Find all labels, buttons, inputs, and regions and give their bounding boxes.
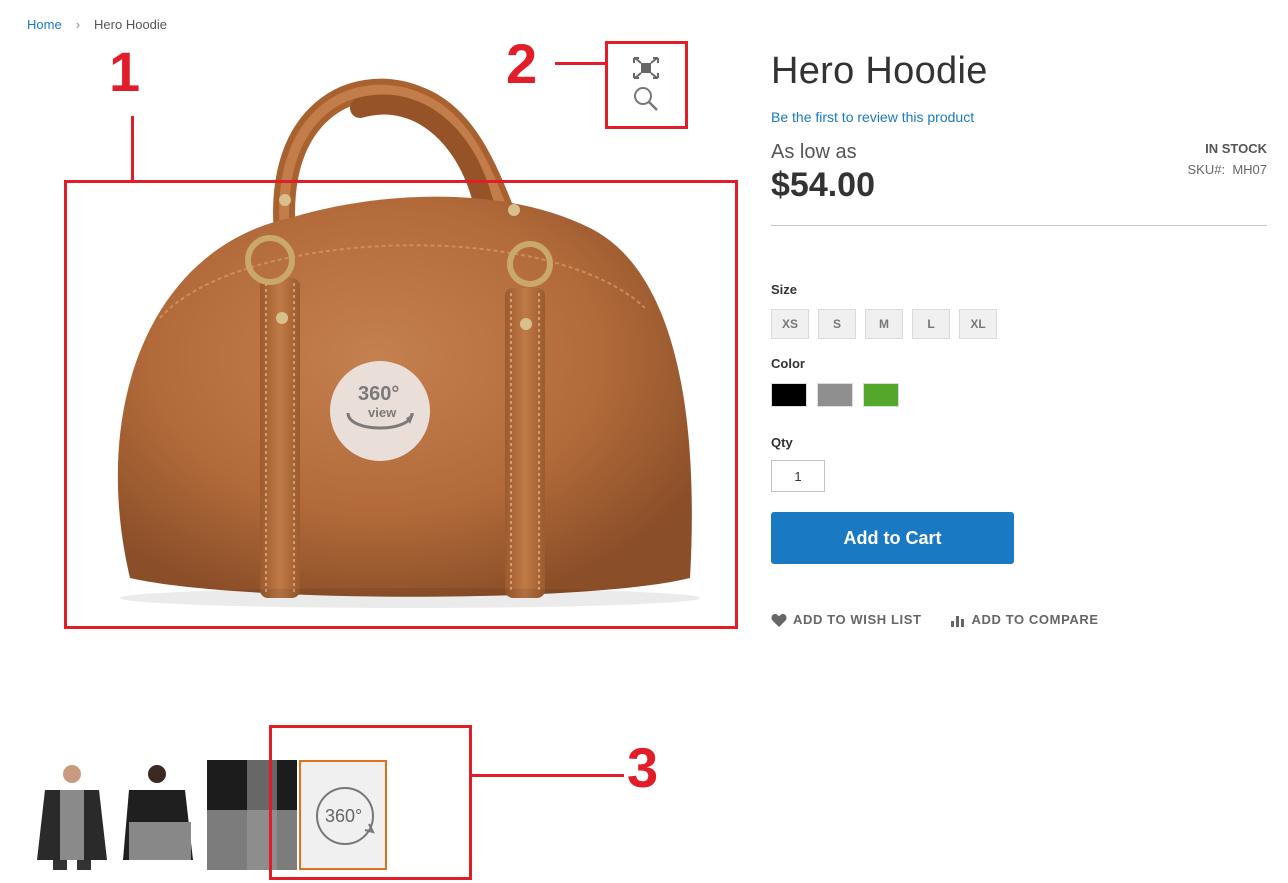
annotation-number-1: 1 [109, 40, 141, 103]
qty-field: Qty [771, 435, 1267, 492]
annotation-box-3 [269, 725, 472, 880]
sku-line: SKU#: MH07 [1188, 162, 1268, 177]
add-to-wishlist-link[interactable]: ADD TO WISH LIST [771, 612, 922, 627]
breadcrumb-home-link[interactable]: Home [27, 17, 62, 32]
sku-value: MH07 [1232, 162, 1267, 177]
breadcrumb-current: Hero Hoodie [94, 17, 168, 32]
annotation-line-2 [555, 62, 605, 65]
annotation-box-2 [605, 41, 688, 129]
size-xl[interactable]: XL [959, 309, 997, 339]
stock-info: IN STOCK SKU#: MH07 [1188, 141, 1268, 177]
sku-label: SKU#: [1187, 162, 1226, 177]
stock-status: IN STOCK [1205, 141, 1267, 156]
color-option: Color [771, 356, 1267, 407]
page-title: Hero Hoodie [771, 50, 988, 92]
annotation-number-2: 2 [506, 32, 538, 95]
annotation-line-1 [131, 116, 134, 180]
size-xs[interactable]: XS [771, 309, 809, 339]
annotation-box-1 [64, 180, 738, 629]
color-swatch-gray[interactable] [817, 383, 853, 407]
annotation-line-3 [472, 774, 624, 777]
product-info: Hero Hoodie Be the first to review this … [771, 50, 1267, 627]
add-to-compare-link[interactable]: ADD TO COMPARE [950, 612, 1099, 627]
thumbnail-front[interactable] [27, 760, 117, 870]
thumbnail-back[interactable] [117, 760, 207, 870]
compare-label: ADD TO COMPARE [971, 612, 1099, 627]
size-swatches: XS S M L XL [771, 309, 1267, 339]
color-label: Color [771, 356, 805, 371]
qty-label: Qty [771, 435, 793, 450]
size-s[interactable]: S [818, 309, 856, 339]
qty-input[interactable] [771, 460, 825, 492]
review-link[interactable]: Be the first to review this product [771, 109, 1267, 125]
size-label: Size [771, 282, 798, 297]
size-option: Size XS S M L XL [771, 282, 1267, 339]
color-swatch-black[interactable] [771, 383, 807, 407]
annotation-number-3: 3 [627, 736, 659, 799]
breadcrumb-separator-icon: › [75, 17, 81, 32]
product-actions: ADD TO WISH LIST ADD TO COMPARE [771, 612, 1267, 627]
price-block: As low as $54.00 IN STOCK SKU#: MH07 [771, 141, 1267, 211]
bar-chart-icon [950, 615, 964, 627]
color-swatch-green[interactable] [863, 383, 899, 407]
wishlist-label: ADD TO WISH LIST [793, 612, 922, 627]
heart-icon [771, 613, 787, 627]
size-l[interactable]: L [912, 309, 950, 339]
size-m[interactable]: M [865, 309, 903, 339]
breadcrumb: Home › Hero Hoodie [27, 17, 167, 32]
color-swatches [771, 383, 1267, 407]
add-to-cart-button[interactable]: Add to Cart [771, 512, 1014, 564]
divider [771, 225, 1267, 226]
